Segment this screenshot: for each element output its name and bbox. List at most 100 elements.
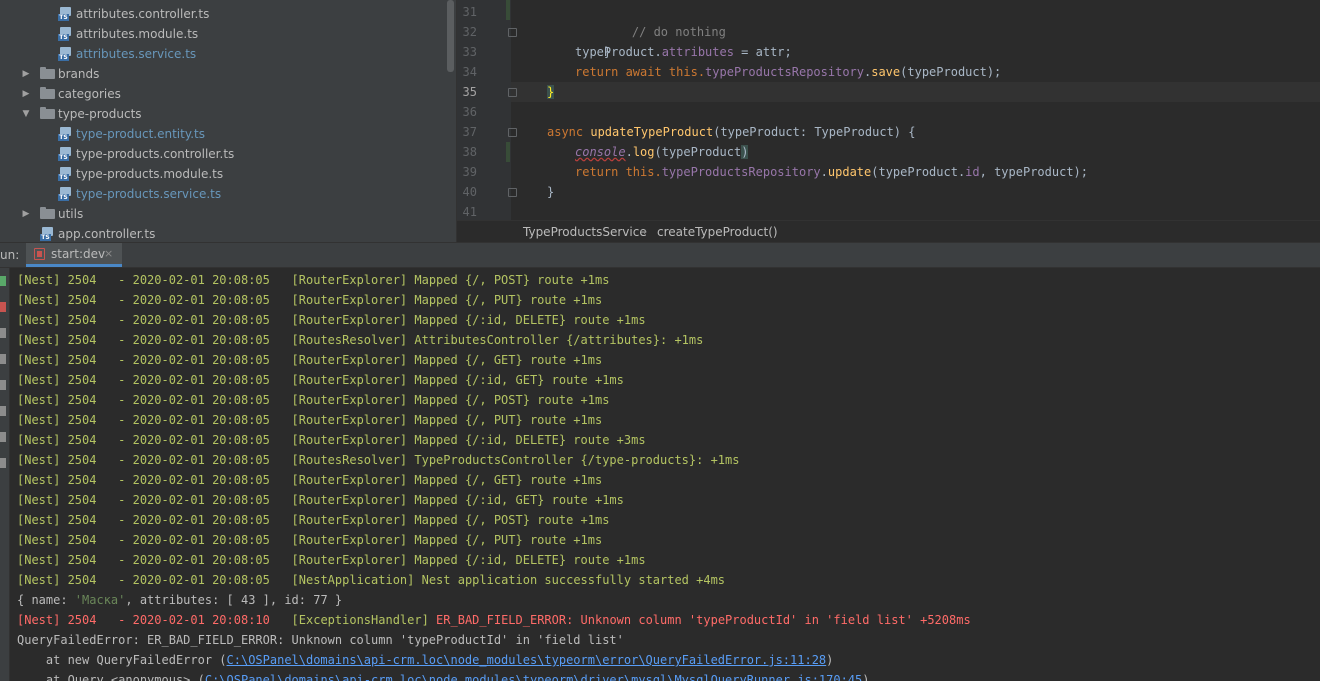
- code-line-31[interactable]: // do nothing: [603, 2, 726, 39]
- code-line-34[interactable]: return await this.typeProductsRepository…: [575, 62, 1001, 82]
- ts-badge: TS: [58, 54, 69, 61]
- console-error-line: [Nest] 2504 - 2020-02-01 20:08:10 [Excep…: [17, 610, 971, 630]
- line-number: 33: [462, 45, 477, 59]
- console-object-line: { name: 'Маска', attributes: [ 43 ], id:…: [17, 590, 342, 610]
- breadcrumb-method[interactable]: createTypeProduct(): [657, 221, 778, 242]
- tree-file[interactable]: TS app.controller.ts: [0, 224, 440, 242]
- console-prefix: [Nest] 2504 - 2020-02-01 20:08:05: [17, 353, 292, 367]
- console-prefix: [Nest] 2504 - 2020-02-01 20:08:05: [17, 293, 292, 307]
- tree-folder[interactable]: ▶ brands: [0, 64, 440, 84]
- console-stack-line: at Query.<anonymous> (C:\OSPanel\domains…: [17, 670, 870, 681]
- folder-icon: [40, 107, 55, 119]
- console-prefix: [Nest] 2504 - 2020-02-01 20:08:05: [17, 433, 292, 447]
- console-tag: [RouterExplorer]: [291, 413, 408, 427]
- console-stack-line: at new QueryFailedError (C:\OSPanel\doma…: [17, 650, 834, 670]
- console-tag: [RouterExplorer]: [291, 373, 408, 387]
- typescript-file-icon: TS: [58, 47, 72, 61]
- console-tag: [RouterExplorer]: [291, 553, 408, 567]
- line-number: 32: [462, 25, 477, 39]
- tree-folder[interactable]: ▶ categories: [0, 84, 440, 104]
- rerun-icon[interactable]: [0, 276, 6, 286]
- console-text: ], id:: [255, 593, 314, 607]
- fold-marker-icon[interactable]: [508, 88, 517, 97]
- console-prefix: [Nest] 2504 - 2020-02-01 20:08:05: [17, 553, 292, 567]
- console-msg: Mapped {/:id, GET} route +1ms: [407, 493, 624, 507]
- print-icon[interactable]: [0, 406, 6, 416]
- console-text: { name:: [17, 593, 75, 607]
- fold-marker-icon[interactable]: [508, 28, 517, 37]
- code-token: , typeProduct);: [979, 165, 1088, 179]
- clear-all-icon[interactable]: [0, 432, 6, 442]
- tree-file[interactable]: TS attributes.module.ts: [0, 24, 440, 44]
- tree-file[interactable]: TS type-product.entity.ts: [0, 124, 440, 144]
- console-msg: Mapped {/:id, DELETE} route +3ms: [407, 433, 646, 447]
- console-prefix: [Nest] 2504 - 2020-02-01 20:08:05: [17, 373, 292, 387]
- tree-file[interactable]: TS attributes.controller.ts: [0, 4, 440, 24]
- stack-trace-link[interactable]: C:\OSPanel\domains\api-crm.loc\node_modu…: [205, 673, 862, 681]
- code-line-33[interactable]: typeProduct.attributes = attr;: [575, 42, 792, 62]
- console-text: }: [327, 593, 343, 607]
- code-line-38[interactable]: console.log(typeProduct): [575, 142, 749, 162]
- code-line-35[interactable]: }: [547, 82, 555, 102]
- code-token: }: [547, 185, 555, 199]
- console-log-line: [Nest] 2504 - 2020-02-01 20:08:05 [NestA…: [17, 570, 725, 590]
- chevron-right-icon[interactable]: ▶: [21, 204, 31, 224]
- restore-layout-icon[interactable]: [0, 328, 6, 338]
- matched-brace: }: [547, 85, 555, 99]
- stack-trace-link[interactable]: C:\OSPanel\domains\api-crm.loc\node_modu…: [227, 653, 827, 667]
- code-line-32[interactable]: }: [575, 22, 611, 59]
- project-tree: TS attributes.controller.ts TS attributes.m…: [0, 0, 456, 242]
- run-console-output[interactable]: [Nest] 2504 - 2020-02-01 20:08:05 [Route…: [9, 268, 1320, 681]
- console-log-line: [Nest] 2504 - 2020-02-01 20:08:05 [Route…: [17, 330, 703, 350]
- tree-folder[interactable]: ▶ utils: [0, 204, 440, 224]
- line-number: 35: [462, 85, 477, 99]
- console-msg: Nest application successfully started +4…: [414, 573, 726, 587]
- code-editor[interactable]: 31 32 33 34 35 36 37 38 39 40 41 // do n…: [456, 0, 1320, 242]
- console-tag: [RoutesResolver]: [291, 453, 408, 467]
- run-tab-label: start:dev: [51, 247, 106, 261]
- tree-scrollbar[interactable]: [447, 0, 454, 72]
- tree-folder[interactable]: ▼ type-products: [0, 104, 440, 124]
- console-tag: [RouterExplorer]: [291, 473, 408, 487]
- console-msg: Mapped {/, POST} route +1ms: [407, 393, 610, 407]
- code-comment: // do nothing: [631, 25, 726, 39]
- fold-marker-icon[interactable]: [508, 128, 517, 137]
- folder-icon: [40, 207, 55, 219]
- code-token: .: [625, 145, 633, 159]
- console-prefix: [Nest] 2504 - 2020-02-01 20:08:05: [17, 273, 292, 287]
- console-prefix: [Nest] 2504 - 2020-02-01 20:08:10: [17, 613, 292, 627]
- tree-file[interactable]: TS type-products.controller.ts: [0, 144, 440, 164]
- code-line-37[interactable]: async updateTypeProduct(typeProduct: Typ…: [547, 122, 915, 142]
- code-keyword: return await this.: [575, 65, 706, 79]
- console-prefix: [Nest] 2504 - 2020-02-01 20:08:05: [17, 493, 292, 507]
- tree-file[interactable]: TS type-products.module.ts: [0, 164, 440, 184]
- breadcrumb-class[interactable]: TypeProductsService: [523, 221, 647, 242]
- stop-icon[interactable]: [0, 302, 6, 312]
- line-number: 37: [462, 125, 477, 139]
- scroll-end-icon[interactable]: [0, 354, 6, 364]
- ts-badge: TS: [58, 134, 69, 141]
- tree-file[interactable]: TS type-products.service.ts: [0, 184, 440, 204]
- typescript-file-icon: TS: [58, 7, 72, 21]
- run-tab-start-dev[interactable]: start:dev ×: [26, 243, 122, 267]
- fold-marker-icon[interactable]: [508, 188, 517, 197]
- chevron-right-icon[interactable]: ▶: [21, 84, 31, 104]
- code-token: (typeProduct.: [871, 165, 966, 179]
- code-line-39[interactable]: return this.typeProductsRepository.updat…: [575, 162, 1088, 182]
- chevron-right-icon[interactable]: ▶: [21, 64, 31, 84]
- console-text: at Query.<anonymous> (: [17, 673, 205, 681]
- pin-tab-icon[interactable]: [0, 458, 6, 468]
- console-prefix: [Nest] 2504 - 2020-02-01 20:08:05: [17, 413, 292, 427]
- tree-file[interactable]: TS attributes.service.ts: [0, 44, 440, 64]
- tree-item-label: brands: [58, 67, 100, 81]
- chevron-down-icon[interactable]: ▼: [21, 104, 31, 124]
- soft-wrap-icon[interactable]: [0, 380, 6, 390]
- code-line-40[interactable]: }: [547, 182, 554, 202]
- line-number: 41: [462, 205, 477, 219]
- console-log-line: [Nest] 2504 - 2020-02-01 20:08:05 [Route…: [17, 430, 646, 450]
- line-number: 34: [462, 65, 477, 79]
- console-prefix: [Nest] 2504 - 2020-02-01 20:08:05: [17, 513, 292, 527]
- close-icon[interactable]: ×: [104, 243, 113, 265]
- tree-item-label: type-products.service.ts: [76, 187, 222, 201]
- console-tag: [RouterExplorer]: [291, 493, 408, 507]
